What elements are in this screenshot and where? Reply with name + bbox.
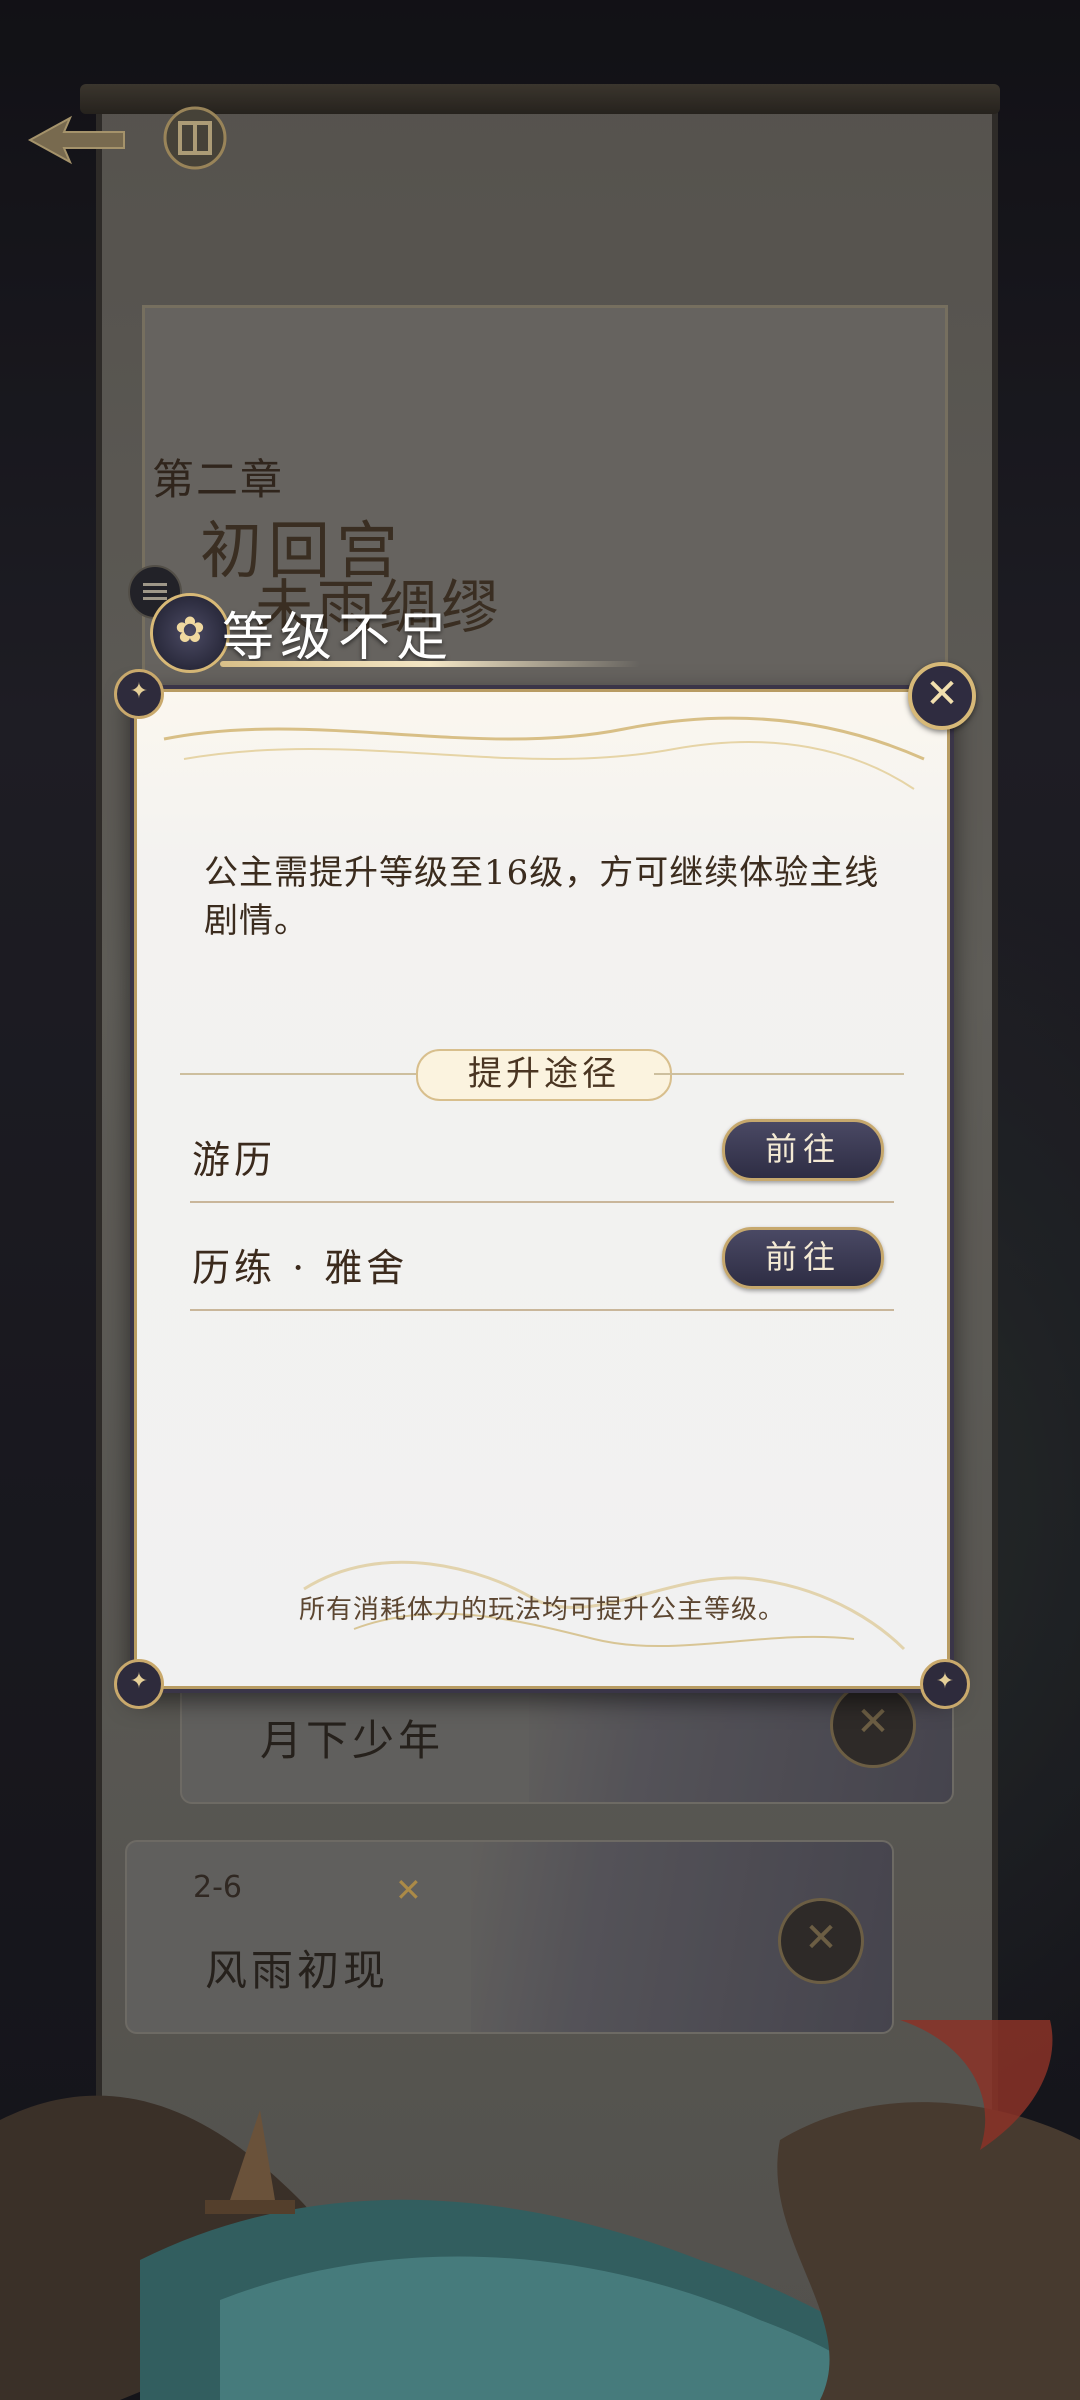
section-divider: 提升途径 [180,1049,904,1101]
route-row-training: 历练 · 雅舍 前往 [190,1217,894,1311]
goto-travel-button[interactable]: 前往 [722,1119,884,1181]
route-name: 游历 [192,1138,277,1182]
dialog-title-bar: 等级不足 [150,585,640,675]
divider-line [180,1073,430,1075]
level-insufficient-dialog: 公主需提升等级至16级，方可继续体验主线剧情。 提升途径 游历 前往 历练 · … [114,669,970,1709]
emblem-icon [150,593,230,673]
close-button[interactable]: ✕ [908,662,976,730]
divider-line [654,1073,904,1075]
route-row-travel: 游历 前往 [190,1109,894,1203]
section-label: 提升途径 [416,1049,672,1101]
corner-ornament [920,1659,970,1709]
dialog-title: 等级不足 [222,608,455,668]
dialog-message: 公主需提升等级至16级，方可继续体验主线剧情。 [204,853,880,941]
title-underline [220,661,640,667]
dialog-footer-note: 所有消耗体力的玩法均可提升公主等级。 [298,1595,785,1625]
corner-ornament [114,669,164,719]
game-screen: 第二章 初回宫 未雨绸缪 月下少年 2-6 ✕ 风雨初现 等级不足 [0,0,1080,2400]
gold-swirl-decoration [163,716,925,790]
goto-training-button[interactable]: 前往 [722,1227,884,1289]
route-name: 历练 · 雅舍 [192,1246,409,1290]
corner-ornament [114,1659,164,1709]
close-icon: ✕ [925,671,959,717]
